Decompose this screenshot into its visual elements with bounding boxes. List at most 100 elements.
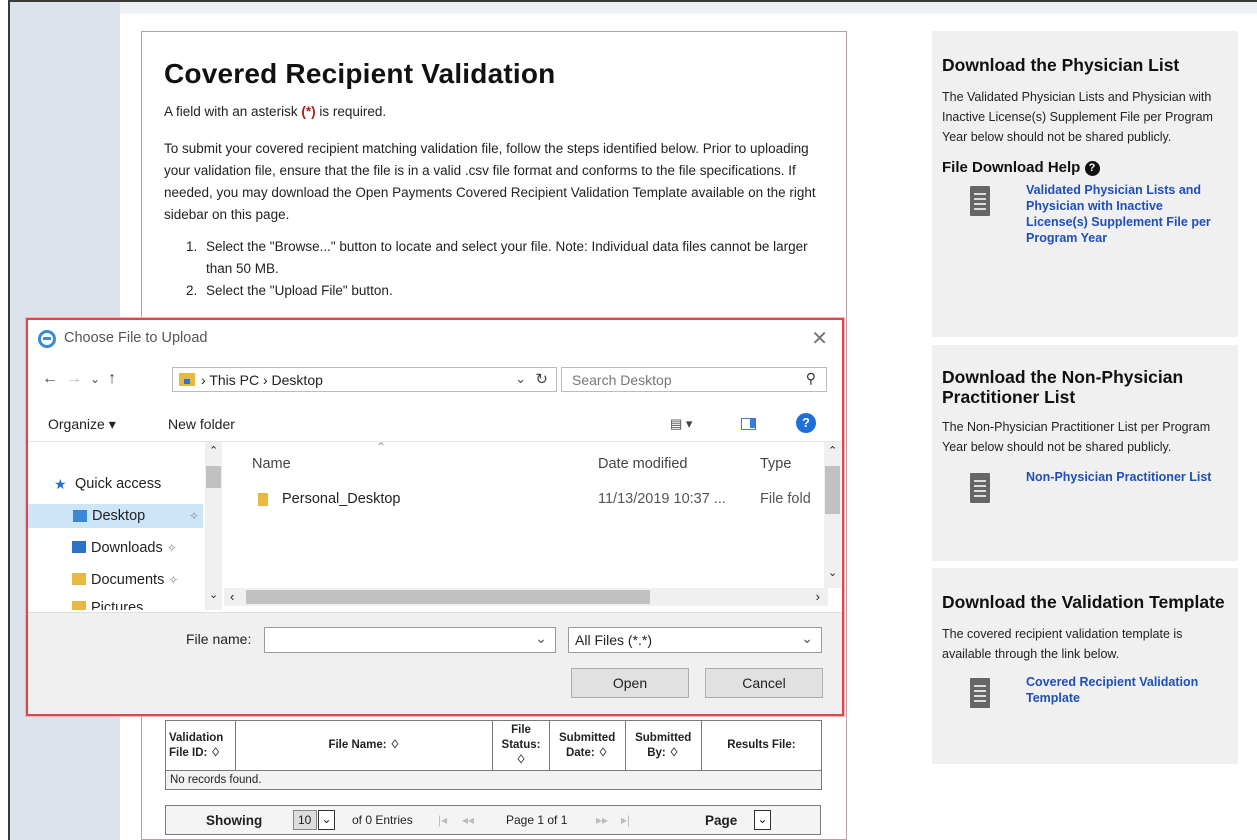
template-card-text: The covered recipient validation templat… xyxy=(942,627,1183,661)
refresh-icon[interactable]: ↻ xyxy=(535,370,548,388)
step-text: Select the "Upload File" button. xyxy=(206,283,393,298)
next-page-icon[interactable]: ▸▸ xyxy=(596,813,608,827)
nonphysician-card-text: The Non-Physician Practitioner List per … xyxy=(942,420,1211,454)
last-page-icon[interactable]: ▸| xyxy=(621,813,630,827)
pictures-folder-icon xyxy=(72,601,86,610)
tree-item-desktop[interactable]: Desktop ✧ xyxy=(28,504,203,528)
address-bar[interactable]: › This PC › Desktop ⌄ ↻ xyxy=(172,367,557,392)
column-date-modified[interactable]: Date modified xyxy=(598,456,687,472)
tree-item-pictures[interactable]: Pictures xyxy=(72,596,143,610)
tree-label: Downloads xyxy=(91,540,163,556)
scroll-right-icon[interactable]: › xyxy=(816,589,820,604)
header-file-name[interactable]: File Name: ♢ xyxy=(235,720,494,771)
cancel-button[interactable]: Cancel xyxy=(705,668,823,698)
choose-file-dialog: Choose File to Upload ✕ ←→⌄↑ › This PC ›… xyxy=(26,318,844,716)
scroll-up-icon[interactable]: ⌃ xyxy=(828,444,837,457)
up-arrow-icon[interactable]: ↑ xyxy=(108,370,124,387)
desktop-folder-icon xyxy=(73,510,87,522)
template-link[interactable]: Covered Recipient Validation Template xyxy=(1026,674,1228,706)
scroll-down-icon[interactable]: ⌄ xyxy=(209,588,218,601)
file-list-scrollbar[interactable]: ⌃ ⌄ xyxy=(824,442,841,588)
file-row-name: Personal_Desktop xyxy=(282,491,401,507)
horizontal-scrollbar[interactable]: ‹ › xyxy=(224,588,828,606)
file-row-type: File fold xyxy=(760,491,811,507)
recent-locations-chevron-icon[interactable]: ⌄ xyxy=(90,372,108,386)
file-name-label: File name: xyxy=(186,631,252,647)
column-type[interactable]: Type xyxy=(760,456,791,472)
nonphysician-card-title: Download the Non-Physician Practitioner … xyxy=(942,367,1184,407)
file-type-value: All Files (*.*) xyxy=(575,632,653,648)
back-arrow-icon[interactable]: ← xyxy=(42,370,66,387)
scroll-thumb[interactable] xyxy=(206,466,221,488)
dialog-toolbar: Organize ▾ New folder ▤ ▾ ? xyxy=(28,404,842,442)
search-icon: ⚲ xyxy=(805,370,816,386)
page-background-top xyxy=(120,2,1257,14)
pin-icon: ✧ xyxy=(168,573,179,587)
view-options-icon[interactable]: ▤ ▾ xyxy=(670,416,692,432)
header-submitted-by: Submitted By: ♢ xyxy=(624,720,702,771)
scroll-thumb[interactable] xyxy=(825,466,840,514)
tree-label: Documents xyxy=(91,572,165,588)
tree-item-quick-access[interactable]: ★ Quick access xyxy=(54,472,161,496)
address-prefix: › xyxy=(201,372,206,388)
page-info: Page 1 of 1 xyxy=(506,813,568,827)
open-button[interactable]: Open xyxy=(571,668,689,698)
nonphysician-list-link[interactable]: Non-Physician Practitioner List xyxy=(1026,469,1228,485)
document-icon xyxy=(970,473,990,503)
header-submitted-date[interactable]: Submitted Date: ♢ xyxy=(548,720,626,771)
preview-pane-icon[interactable] xyxy=(741,418,756,430)
forward-arrow-icon[interactable]: → xyxy=(66,370,90,387)
new-folder-button[interactable]: New folder xyxy=(168,416,235,432)
downloads-folder-icon xyxy=(72,541,86,553)
file-list: Name ⌃ Date modified Type Personal_Deskt… xyxy=(224,440,824,610)
file-type-select[interactable]: All Files (*.*) ⌄ xyxy=(568,627,822,653)
tree-label: Desktop xyxy=(92,508,146,524)
page-size-value[interactable]: 10 xyxy=(293,810,317,830)
scroll-thumb[interactable] xyxy=(246,590,650,604)
scroll-left-icon[interactable]: ‹ xyxy=(230,589,234,604)
step-item: 1. Select the "Browse..." button to locat… xyxy=(186,236,826,280)
pin-icon: ✧ xyxy=(166,541,177,555)
folder-icon xyxy=(258,493,268,506)
sort-up-icon: ⌃ xyxy=(376,440,387,454)
dialog-title: Choose File to Upload xyxy=(64,330,208,346)
file-name-chevron-down-icon[interactable]: ⌄ xyxy=(535,630,547,647)
file-name-input[interactable]: ⌄ xyxy=(264,627,556,653)
documents-folder-icon xyxy=(72,573,86,585)
address-chevron-down-icon[interactable]: ⌄ xyxy=(515,371,526,387)
organize-button[interactable]: Organize ▾ xyxy=(48,416,116,433)
intro-text: To submit your covered recipient matchin… xyxy=(164,141,816,222)
step-number: 2. xyxy=(186,283,198,298)
physician-list-doc: Validated Physician Lists and Physician … xyxy=(942,182,1228,246)
submissions-table: Validation File ID: ♢ File Name: ♢ File … xyxy=(164,720,823,790)
scroll-down-icon[interactable]: ⌄ xyxy=(828,566,837,579)
help-icon[interactable]: ? xyxy=(1084,161,1100,176)
physician-list-link[interactable]: Validated Physician Lists and Physician … xyxy=(1026,182,1228,246)
tree-item-downloads[interactable]: Downloads ✧ xyxy=(72,536,177,560)
scroll-up-icon[interactable]: ⌃ xyxy=(209,444,218,457)
header-file-status[interactable]: File Status: ♢ xyxy=(492,720,550,771)
nonphysician-list-doc: Non-Physician Practitioner List xyxy=(942,469,1228,515)
pin-icon: ✧ xyxy=(188,509,199,523)
file-row[interactable]: Personal_Desktop 11/13/2019 10:37 ... Fi… xyxy=(224,486,824,512)
header-validation-file-id[interactable]: Validation File ID: ♢ xyxy=(164,720,237,771)
file-type-chevron-down-icon[interactable]: ⌄ xyxy=(801,630,813,647)
tree-scrollbar[interactable]: ⌃ ⌄ xyxy=(205,442,222,610)
nonphysician-list-card: Download the Non-Physician Practitioner … xyxy=(932,345,1238,561)
required-note-suffix: is required. xyxy=(315,104,387,119)
page-size-chevron-down-icon[interactable]: ⌄ xyxy=(318,810,335,830)
page-select-chevron-down-icon[interactable]: ⌄ xyxy=(754,810,771,830)
column-name[interactable]: Name xyxy=(252,456,291,472)
nav-buttons: ←→⌄↑ xyxy=(42,370,124,388)
internet-explorer-icon xyxy=(38,330,56,348)
required-asterisk: (*) xyxy=(301,104,316,119)
close-icon[interactable]: ✕ xyxy=(811,326,828,351)
first-page-icon[interactable]: |◂ xyxy=(438,813,447,827)
search-placeholder: Search Desktop xyxy=(572,372,672,388)
help-icon[interactable]: ? xyxy=(796,413,816,433)
search-box[interactable]: Search Desktop ⚲ xyxy=(561,367,827,392)
tree-item-documents[interactable]: Documents ✧ xyxy=(72,568,178,592)
prev-page-icon[interactable]: ◂◂ xyxy=(462,813,474,827)
file-download-help-title: File Download Help ? xyxy=(942,159,1228,176)
physician-card-title: Download the Physician List xyxy=(942,55,1180,75)
